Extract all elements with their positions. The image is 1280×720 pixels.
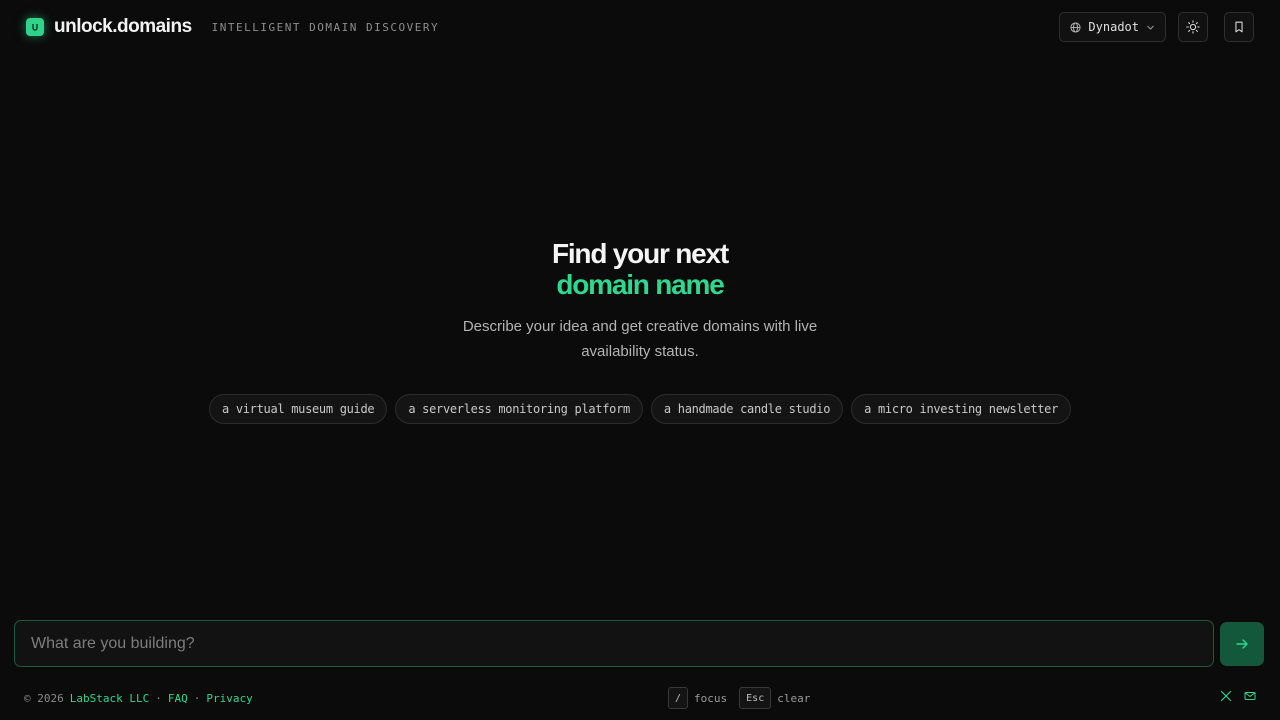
faq-link[interactable]: FAQ: [168, 692, 188, 705]
submit-button[interactable]: [1220, 622, 1264, 666]
shortcut-key: /: [668, 687, 689, 709]
tagline: INTELLIGENT DOMAIN DISCOVERY: [211, 20, 440, 34]
registrar-label: Dynadot: [1088, 20, 1139, 34]
suggestion-chip[interactable]: a virtual museum guide: [208, 394, 388, 424]
shortcut-key: Esc: [739, 687, 772, 709]
suggestion-chip[interactable]: a micro investing newsletter: [851, 394, 1072, 424]
search-input[interactable]: [31, 634, 1197, 653]
mail-icon[interactable]: [1244, 690, 1256, 702]
hero-title-line1: Find your next: [551, 238, 729, 269]
footer: © 2026 LabStack LLC · FAQ · Privacy / fo…: [0, 686, 1280, 712]
suggestion-chip[interactable]: a handmade candle studio: [650, 394, 844, 424]
hero-section: Find your next domain name Describe your…: [0, 238, 1280, 364]
keyboard-shortcuts: / focus Esc clear: [668, 686, 816, 710]
sun-icon: [1186, 20, 1200, 34]
hero-title-line2: domain name: [556, 269, 724, 300]
bookmark-icon: [1235, 21, 1243, 33]
saved-domains-button[interactable]: [1224, 12, 1254, 42]
privacy-link[interactable]: Privacy: [206, 692, 252, 705]
footer-social: [1220, 686, 1256, 706]
separator: ·: [193, 691, 201, 705]
brand-name[interactable]: unlock.domains: [54, 16, 192, 38]
shortcut-label: focus: [694, 691, 728, 705]
registrar-select[interactable]: Dynadot: [1059, 12, 1166, 42]
hero-subtitle: Describe your idea and get creative doma…: [462, 318, 818, 360]
arrow-right-icon: [1236, 639, 1248, 649]
top-header: unlock.domains INTELLIGENT DOMAIN DISCOV…: [0, 0, 1280, 54]
suggestion-chips: a virtual museum guide a serverless moni…: [0, 394, 1280, 424]
copyright: © 2026: [24, 691, 64, 705]
search-box: [14, 620, 1214, 667]
suggestion-chip[interactable]: a serverless monitoring platform: [395, 394, 643, 424]
chevron-down-icon: [1147, 25, 1154, 30]
globe-icon: [1070, 21, 1081, 33]
shortcut-label: clear: [777, 691, 811, 705]
separator: ·: [155, 691, 162, 705]
unlock-icon[interactable]: [26, 18, 44, 36]
company-link[interactable]: LabStack LLC: [70, 692, 149, 705]
footer-links: © 2026 LabStack LLC · FAQ · Privacy: [24, 686, 253, 710]
theme-toggle-button[interactable]: [1178, 12, 1208, 42]
x-icon[interactable]: [1220, 690, 1232, 702]
header-actions: Dynadot: [1059, 12, 1254, 42]
